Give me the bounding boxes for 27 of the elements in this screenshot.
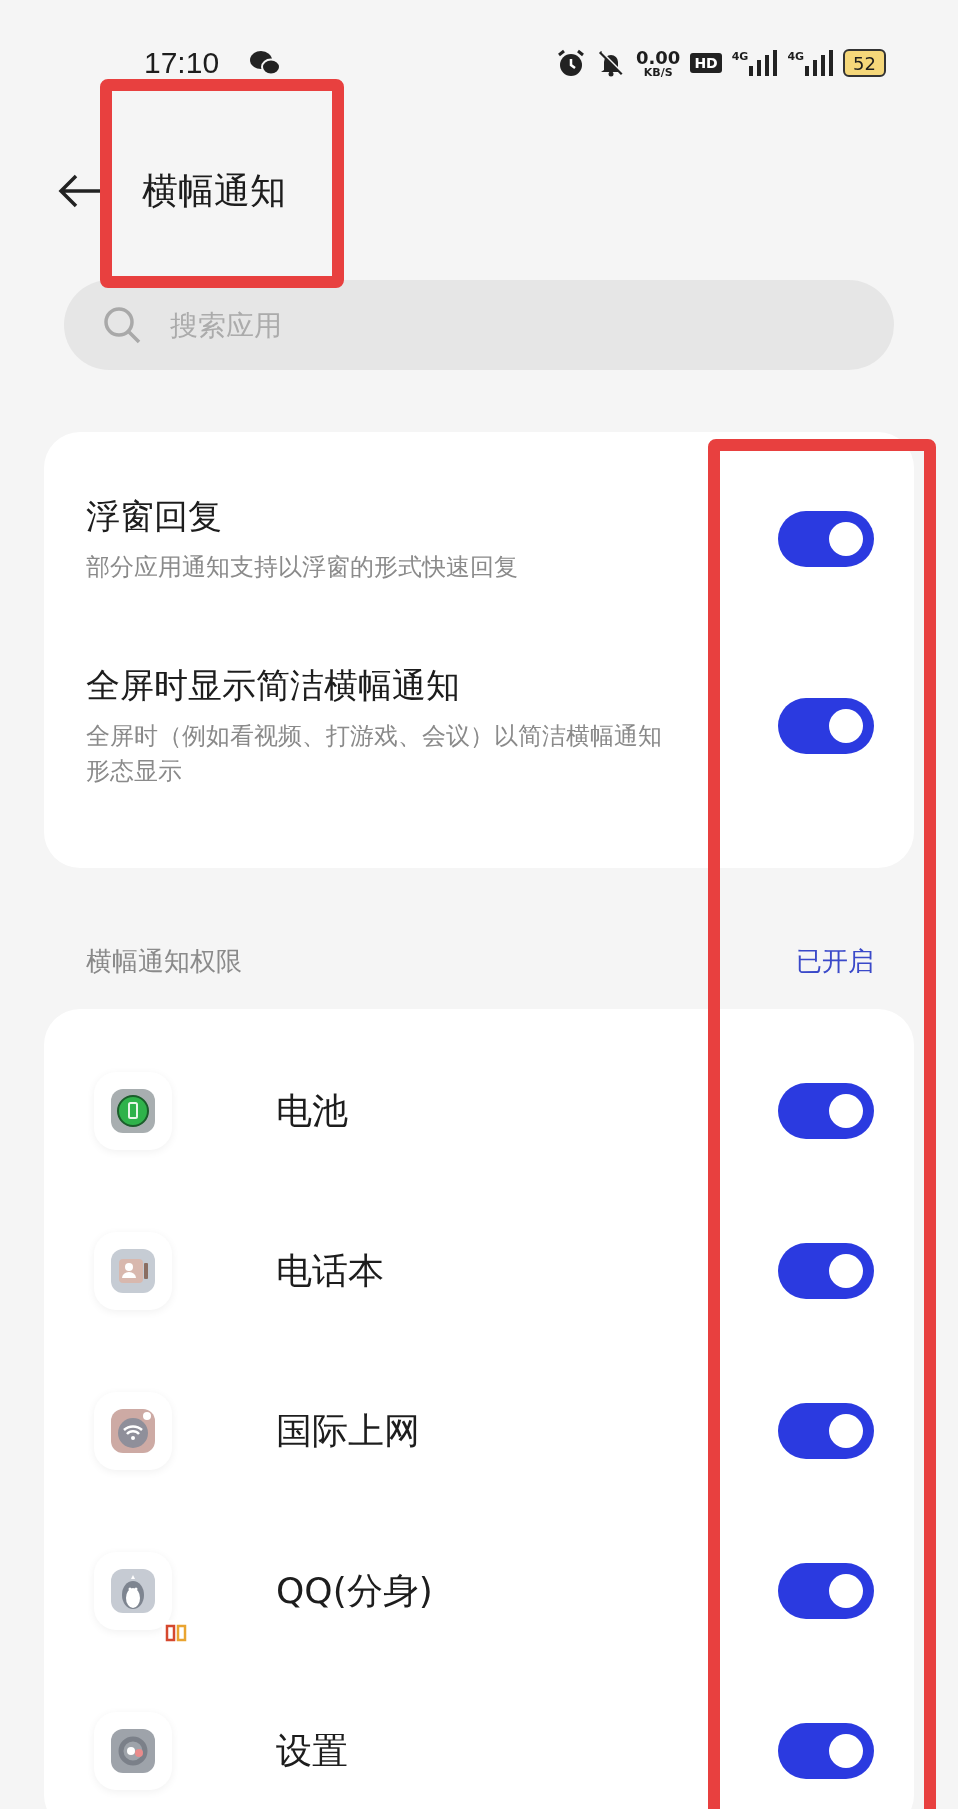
setting-description: 部分应用通知支持以浮窗的形式快速回复 [86,552,519,583]
app-name: 电池 [276,1088,348,1133]
network-label: 4G [787,50,805,63]
app-name: 电话本 [276,1248,384,1293]
section-title: 横幅通知权限 [86,945,242,979]
alarm-icon [555,48,586,78]
search-icon [102,305,142,345]
page-title: 横幅通知 [142,168,286,213]
network-label: 4G [731,50,749,63]
hd-badge: HD [690,53,722,73]
signal-icon [749,50,778,76]
chat-icon [249,49,282,77]
search-field[interactable]: 搜索应用 [64,280,894,370]
setting-title: 全屏时显示简洁横幅通知 [86,663,461,707]
signal-icon [805,50,834,76]
back-button[interactable] [58,173,102,209]
setting-description: 全屏时（例如看视频、打游戏、会议）以简洁横幅通知形态显示 [86,720,663,787]
app-name: QQ(分身) [276,1568,433,1613]
clock-time: 17:10 [144,46,220,80]
app-name: 国际上网 [276,1408,420,1453]
back-arrow-icon [58,173,102,209]
speed-unit: KB/S [643,66,673,78]
setting-title: 浮窗回复 [86,495,223,538]
section-status: 已开启 [796,945,874,979]
battery-icon: 52 [843,49,886,77]
speed-value: 0.00 [635,48,681,67]
app-name: 设置 [276,1728,348,1773]
